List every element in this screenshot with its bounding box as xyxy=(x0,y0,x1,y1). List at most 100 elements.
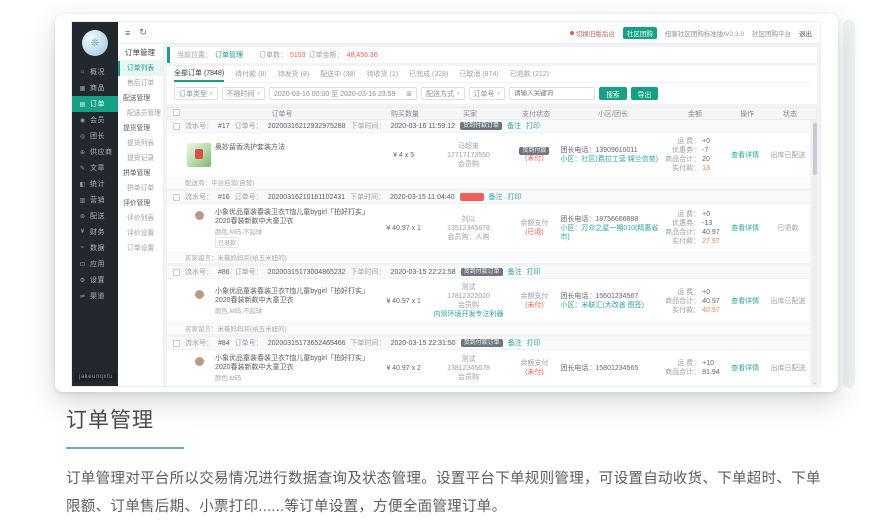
main-sidebar: ❊ ⌂概况▦商品▤订单◉会员◎团长⊕供应商✎文章◧统计▥营销⊛配送¥财务≈数据⊡… xyxy=(72,22,118,386)
subnav-item-评价列表[interactable]: 评价列表 xyxy=(118,211,163,226)
subnav-item-拼单订单[interactable]: 拼单订单 xyxy=(118,181,163,196)
app-logo: ❊ xyxy=(82,30,108,56)
amount-label: 优惠券： xyxy=(672,219,700,228)
select-all-checkbox[interactable] xyxy=(173,109,180,116)
print-link[interactable]: 打印 xyxy=(526,121,540,131)
sidebar-item-leaders[interactable]: ◎ 团长 xyxy=(72,128,118,144)
print-link[interactable]: 打印 xyxy=(527,338,541,348)
tab-已取消[interactable]: 已取消 (874) xyxy=(459,69,498,81)
note-link[interactable]: 备注 xyxy=(508,338,522,348)
order-list: 流水号：#17订单号：20200316212932975288下单时间：2020… xyxy=(167,120,817,386)
tab-待付款[interactable]: 待付款 (8) xyxy=(235,69,267,81)
title-underline xyxy=(66,447,184,449)
sidebar-item-channel[interactable]: ⇌渠道 xyxy=(72,288,118,304)
subnav-item-订单列表[interactable]: 订单列表 xyxy=(118,61,163,76)
tab-已完成[interactable]: 已完成 (328) xyxy=(409,69,448,81)
filter-select-不限时间[interactable]: 不限时间▾ xyxy=(222,87,266,100)
tab-待发货[interactable]: 待发货 (8) xyxy=(278,69,310,81)
product-name[interactable]: 小象优品童装春装卫衣T恤儿童bygirl「拍好打实」2020春装新款中大童卫衣 xyxy=(215,354,379,372)
view-detail-link[interactable]: 查看详情 xyxy=(731,152,759,159)
amount-line: 运 费：+0 xyxy=(662,137,724,146)
date-range-picker[interactable]: 2020-03-16 00:00 至 2020-03-16 23:59⊞ xyxy=(269,87,417,100)
sidebar-item-settings[interactable]: ⚙设置 xyxy=(72,272,118,288)
view-detail-link[interactable]: 查看详情 xyxy=(731,365,759,372)
sidebar-item-label: 财务 xyxy=(90,227,105,237)
order-header: 流水号：#86订单号：20200315173004865232下单时间：2020… xyxy=(167,266,810,279)
product-name[interactable]: 小象优品童装春装卫衣T恤儿童bygirl「拍好打实」2020春装新款中大童卫衣 xyxy=(215,208,379,226)
sidebar-item-stats[interactable]: ◧统计 xyxy=(72,176,118,192)
subnav-item-提货记录[interactable]: 提货记录 xyxy=(118,151,163,166)
sidebar-item-delivery[interactable]: ⊛配送 xyxy=(72,208,118,224)
apps-icon: ⊡ xyxy=(79,261,86,268)
print-link[interactable]: 打印 xyxy=(508,192,522,202)
buyer-cell: 测试13812345678会员购 xyxy=(429,355,509,382)
buyer-link[interactable]: 内测环境开发专注利器 xyxy=(429,310,509,319)
product-thumbnail xyxy=(187,354,211,378)
order-checkbox[interactable] xyxy=(173,194,180,201)
product-thumbnail xyxy=(187,143,211,167)
tab-全部订单[interactable]: 全部订单 (7848) xyxy=(174,68,224,82)
order-no: 20200316210161102431 xyxy=(268,194,345,201)
community-link[interactable]: 小区：万众之星一期010(精惠省市) xyxy=(560,224,662,242)
search-button[interactable]: 搜索 xyxy=(599,87,627,100)
action-cell: 查看详情 xyxy=(724,150,766,160)
sidebar-item-label: 统计 xyxy=(90,179,105,189)
sidebar-item-articles[interactable]: ✎文章 xyxy=(72,160,118,176)
note-link[interactable]: 备注 xyxy=(489,192,503,202)
leaders-icon: ◎ xyxy=(79,133,86,140)
breadcrumb-location[interactable]: 订单管理 xyxy=(215,50,243,60)
tab-已退款[interactable]: 已退款 (212) xyxy=(510,69,549,81)
scrollbar-thumb[interactable] xyxy=(813,123,817,175)
logout-link[interactable]: 退出 xyxy=(799,28,812,38)
buyer-line: 刘以 xyxy=(429,215,509,224)
settings-icon: ⚙ xyxy=(79,277,86,284)
order-header: 流水号：#17订单号：20200316212932975288下单时间：2020… xyxy=(167,120,810,133)
order-checkbox[interactable] xyxy=(173,340,180,347)
order-checkbox[interactable] xyxy=(173,123,180,130)
community-link[interactable]: 小区：社区(费拉工营 锦兰信苑) xyxy=(560,155,662,164)
sidebar-item-goods[interactable]: ▦商品 xyxy=(72,80,118,96)
tab-待收货[interactable]: 待收货 (1) xyxy=(367,69,399,81)
sidebar-item-marketing[interactable]: ▥营销 xyxy=(72,192,118,208)
keyword-input[interactable] xyxy=(514,90,590,97)
subnav-item-提货列表[interactable]: 提货列表 xyxy=(118,136,163,151)
sidebar-item-label: 会员 xyxy=(90,115,105,125)
view-detail-link[interactable]: 查看详情 xyxy=(731,298,759,305)
filter-select-配送方式[interactable]: 配送方式▾ xyxy=(421,87,465,100)
order-time: 2020-03-16 11:59:12 xyxy=(391,123,455,130)
scrollbar-down-icon[interactable]: ⌄ xyxy=(812,380,817,386)
collapse-menu-icon[interactable]: ≡ xyxy=(125,28,130,38)
note-link[interactable]: 备注 xyxy=(508,267,522,277)
print-link[interactable]: 打印 xyxy=(527,267,541,277)
sidebar-item-suppliers[interactable]: ⊕供应商 xyxy=(72,144,118,160)
order-body: 小象优品童装春装卫衣T恤儿童bygirl「拍好打实」2020春装新款中大童卫衣颜… xyxy=(167,279,810,323)
scrollbar[interactable]: ⌄ xyxy=(812,120,817,386)
amount-value: -7 xyxy=(702,146,724,155)
filter-select-订单类型[interactable]: 订单类型▾ xyxy=(174,87,218,100)
sidebar-item-label: 团长 xyxy=(90,131,105,141)
tab-配送中[interactable]: 配送中 (38) xyxy=(320,69,355,81)
note-link[interactable]: 备注 xyxy=(507,121,521,131)
sidebar-item-apps[interactable]: ⊡应用 xyxy=(72,256,118,272)
sidebar-item-orders[interactable]: ▤订单 xyxy=(72,96,118,112)
sidebar-item-finance[interactable]: ¥财务 xyxy=(72,224,118,240)
subnav-item-配送员管理[interactable]: 配送员管理 xyxy=(118,106,163,121)
product-name[interactable]: 奥妙留香洗护套装方法 xyxy=(215,143,285,152)
filter-select-订单号[interactable]: 订单号▾ xyxy=(469,87,506,100)
community-link[interactable]: 小区：米联汇(大改善 图签) xyxy=(560,301,662,310)
product-name[interactable]: 小象优品童装春装卫衣T恤儿童bygirl「拍好打实」2020春装新款中大童卫衣 xyxy=(215,287,379,305)
sidebar-item-members[interactable]: ◉会员 xyxy=(72,112,118,128)
product-info: 小象优品童装春装卫衣T恤儿童bygirl「拍好打实」2020春装新款中大童卫衣颜… xyxy=(215,354,379,382)
subnav-item-订单设置[interactable]: 订单设置 xyxy=(118,241,163,256)
subnav-item-售后订单[interactable]: 售后订单 xyxy=(118,76,163,91)
refresh-icon[interactable]: ↻ xyxy=(139,27,147,38)
leader-phone: 团长电话：13909610011 xyxy=(560,146,662,155)
subnav-item-评价设置[interactable]: 评价设置 xyxy=(118,226,163,241)
order-checkbox[interactable] xyxy=(173,269,180,276)
switch-old-version-link[interactable]: 切换旧版后台 xyxy=(570,28,615,38)
sidebar-item-label: 商品 xyxy=(90,83,105,93)
sidebar-item-overview[interactable]: ⌂概况 xyxy=(72,64,118,80)
view-detail-link[interactable]: 查看详情 xyxy=(731,225,759,232)
sidebar-item-data[interactable]: ≈数据 xyxy=(72,240,118,256)
export-button[interactable]: 导出 xyxy=(631,87,659,100)
